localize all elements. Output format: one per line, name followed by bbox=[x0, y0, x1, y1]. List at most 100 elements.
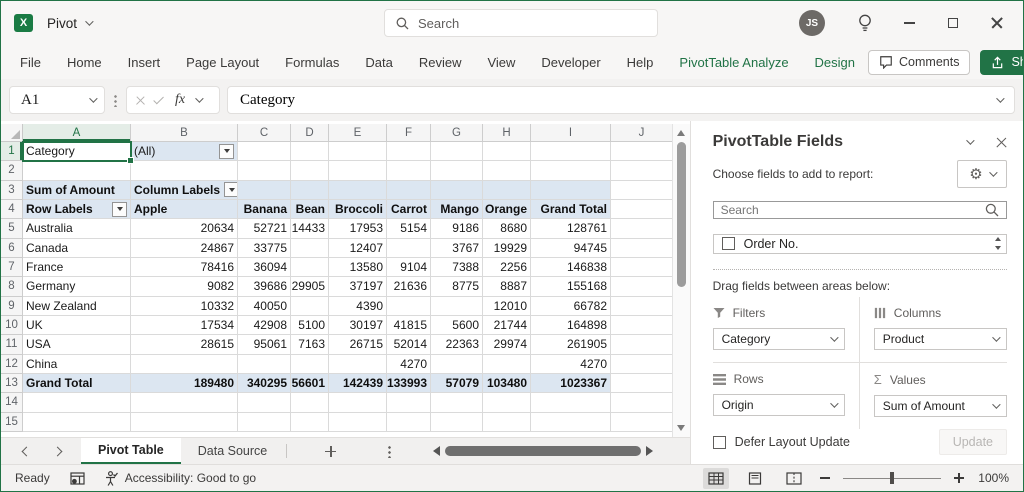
ribbon-tab-data[interactable]: Data bbox=[352, 47, 405, 78]
cell-E1[interactable] bbox=[329, 142, 387, 162]
cell-J11[interactable] bbox=[611, 335, 673, 355]
horizontal-scrollbar-thumb[interactable] bbox=[445, 446, 641, 456]
page-break-preview-button[interactable] bbox=[781, 468, 807, 489]
row-header-3[interactable]: 3 bbox=[1, 180, 23, 200]
cell-F7[interactable]: 9104 bbox=[387, 257, 431, 278]
cell-B6[interactable]: 24867 bbox=[131, 238, 238, 258]
cell-A3[interactable]: Sum of Amount bbox=[23, 180, 131, 200]
cell-H1[interactable] bbox=[483, 142, 531, 162]
cell-E3[interactable] bbox=[329, 180, 387, 200]
cell-J13[interactable] bbox=[611, 373, 673, 394]
cell-J7[interactable] bbox=[611, 257, 673, 278]
cell-C2[interactable] bbox=[238, 161, 291, 181]
cell-I12[interactable]: 4270 bbox=[531, 354, 611, 374]
cell-E14[interactable] bbox=[329, 393, 387, 413]
cell-I1[interactable] bbox=[531, 142, 611, 162]
spinner-up-icon[interactable] bbox=[994, 237, 1001, 242]
ribbon-tab-home[interactable]: Home bbox=[54, 47, 115, 78]
zoom-slider[interactable] bbox=[843, 471, 941, 485]
previous-sheet-icon[interactable] bbox=[21, 446, 32, 456]
cell-A6[interactable]: Canada bbox=[23, 238, 131, 258]
column-header-J[interactable]: J bbox=[611, 124, 673, 142]
cell-D2[interactable] bbox=[291, 161, 329, 181]
cell-I7[interactable]: 146838 bbox=[531, 257, 611, 278]
row-header-4[interactable]: 4 bbox=[1, 199, 23, 220]
field-list-scroll-spinner[interactable] bbox=[989, 235, 1006, 253]
cell-G12[interactable] bbox=[431, 354, 483, 374]
horizontal-scrollbar[interactable] bbox=[433, 446, 653, 456]
cell-D10[interactable]: 5100 bbox=[291, 315, 329, 336]
row-header-7[interactable]: 7 bbox=[1, 257, 23, 278]
cell-H3[interactable] bbox=[483, 180, 531, 200]
row-header-8[interactable]: 8 bbox=[1, 277, 23, 297]
row-header-9[interactable]: 9 bbox=[1, 296, 23, 316]
cell-A7[interactable]: France bbox=[23, 257, 131, 278]
cell-D7[interactable] bbox=[291, 257, 329, 278]
cell-C8[interactable]: 39686 bbox=[238, 277, 291, 297]
cell-D14[interactable] bbox=[291, 393, 329, 413]
cell-I6[interactable]: 94745 bbox=[531, 238, 611, 258]
cell-I14[interactable] bbox=[531, 393, 611, 413]
cell-C11[interactable]: 95061 bbox=[238, 335, 291, 355]
cell-F10[interactable]: 41815 bbox=[387, 315, 431, 336]
row-header-6[interactable]: 6 bbox=[1, 238, 23, 258]
cell-B11[interactable]: 28615 bbox=[131, 335, 238, 355]
cell-A9[interactable]: New Zealand bbox=[23, 296, 131, 316]
normal-view-button[interactable] bbox=[703, 467, 729, 489]
cell-D12[interactable] bbox=[291, 354, 329, 374]
column-header-A[interactable]: A bbox=[23, 124, 131, 142]
report-filter-dropdown-button[interactable] bbox=[219, 143, 234, 159]
cell-B15[interactable] bbox=[131, 412, 238, 432]
cell-I5[interactable]: 128761 bbox=[531, 219, 611, 239]
cell-C7[interactable]: 36094 bbox=[238, 257, 291, 278]
cell-G8[interactable]: 8775 bbox=[431, 277, 483, 297]
field-checkbox[interactable] bbox=[721, 237, 735, 251]
cell-G13[interactable]: 57079 bbox=[431, 373, 483, 394]
cell-E11[interactable]: 26715 bbox=[329, 335, 387, 355]
filters-field-dropdown[interactable]: Category bbox=[712, 328, 845, 350]
cell-G6[interactable]: 3767 bbox=[431, 238, 483, 258]
cell-H9[interactable]: 12010 bbox=[483, 296, 531, 316]
cell-F4[interactable]: Carrot bbox=[387, 199, 431, 220]
cell-C5[interactable]: 52721 bbox=[238, 219, 291, 239]
cell-I8[interactable]: 155168 bbox=[531, 277, 611, 297]
cell-H7[interactable]: 2256 bbox=[483, 257, 531, 278]
cell-A2[interactable] bbox=[23, 161, 131, 181]
cell-E12[interactable] bbox=[329, 354, 387, 374]
cell-B3[interactable]: Column Labels bbox=[131, 180, 238, 200]
ribbon-tab-pivottable-analyze[interactable]: PivotTable Analyze bbox=[666, 47, 801, 78]
avatar[interactable]: JS bbox=[799, 10, 825, 36]
cell-F13[interactable]: 133993 bbox=[387, 373, 431, 394]
row-header-11[interactable]: 11 bbox=[1, 335, 23, 355]
ribbon-tab-page-layout[interactable]: Page Layout bbox=[173, 47, 272, 78]
formula-input[interactable]: Category bbox=[227, 86, 1015, 114]
row-labels-dropdown-button[interactable] bbox=[112, 201, 127, 217]
cell-D15[interactable] bbox=[291, 412, 329, 432]
cell-B4[interactable]: Apple bbox=[131, 199, 238, 220]
cell-H13[interactable]: 103480 bbox=[483, 373, 531, 394]
cell-D3[interactable] bbox=[291, 180, 329, 200]
cell-D5[interactable]: 14433 bbox=[291, 219, 329, 239]
cell-B2[interactable] bbox=[131, 161, 238, 181]
maximize-button[interactable] bbox=[931, 1, 975, 45]
columns-field-dropdown[interactable]: Product bbox=[873, 328, 1007, 350]
select-all-corner[interactable] bbox=[1, 124, 23, 142]
cell-J10[interactable] bbox=[611, 315, 673, 336]
cell-A4[interactable]: Row Labels bbox=[23, 199, 131, 220]
cell-E2[interactable] bbox=[329, 161, 387, 181]
cell-B9[interactable]: 10332 bbox=[131, 296, 238, 316]
cell-G3[interactable] bbox=[431, 180, 483, 200]
row-header-2[interactable]: 2 bbox=[1, 161, 23, 181]
cell-F9[interactable] bbox=[387, 296, 431, 316]
cell-E5[interactable]: 17953 bbox=[329, 219, 387, 239]
cell-H6[interactable]: 19929 bbox=[483, 238, 531, 258]
cell-A8[interactable]: Germany bbox=[23, 277, 131, 297]
column-header-F[interactable]: F bbox=[387, 124, 431, 142]
update-button[interactable]: Update bbox=[938, 429, 1007, 455]
cell-I4[interactable]: Grand Total bbox=[531, 199, 611, 220]
name-box[interactable]: A1 bbox=[9, 86, 105, 114]
cell-H14[interactable] bbox=[483, 393, 531, 413]
ribbon-tab-file[interactable]: File bbox=[7, 47, 54, 78]
cell-E8[interactable]: 37197 bbox=[329, 277, 387, 297]
cell-B13[interactable]: 189480 bbox=[131, 373, 238, 394]
